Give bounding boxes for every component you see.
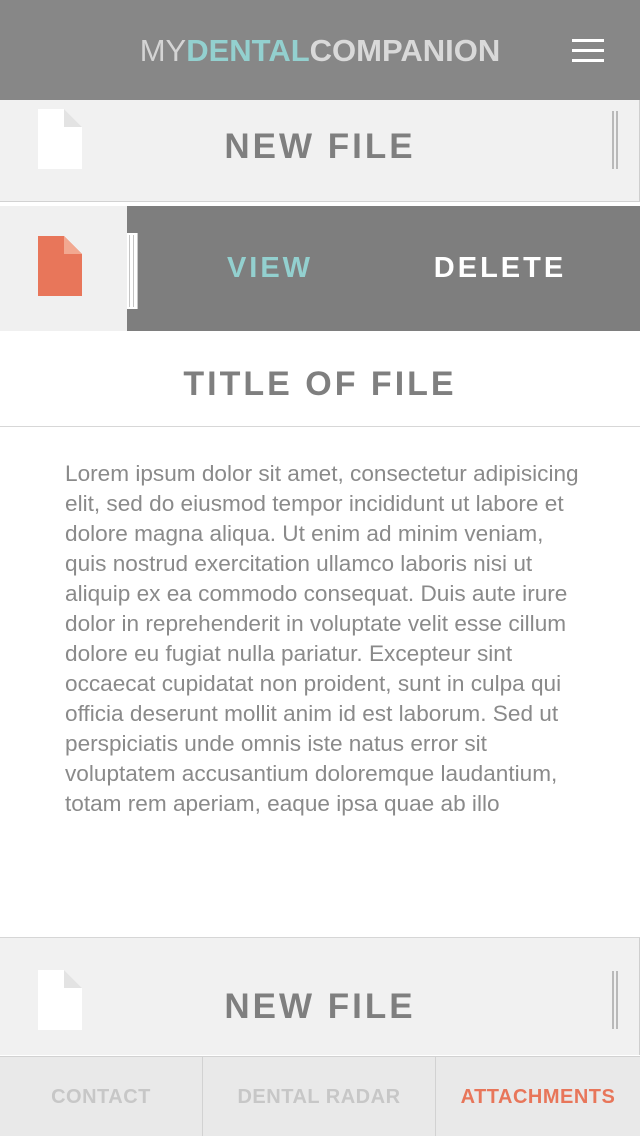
drag-handle[interactable] (612, 111, 618, 169)
file-body-text: Lorem ipsum dolor sit amet, consectetur … (65, 461, 579, 816)
hamburger-menu-icon[interactable] (566, 36, 610, 66)
title-divider (0, 426, 640, 427)
app-header: MYDENTALCOMPANION (0, 0, 640, 100)
swipe-drag-handle[interactable] (127, 233, 138, 309)
menu-bar-top (572, 39, 604, 42)
new-file-row-top[interactable]: NEW FILE (0, 100, 640, 202)
file-title: TITLE OF FILE (183, 365, 457, 403)
tab-dental-radar[interactable]: DENTAL RADAR (203, 1057, 436, 1136)
view-button[interactable]: VIEW (180, 245, 360, 291)
menu-bar-bottom (572, 59, 604, 62)
tab-attachments[interactable]: ATTACHMENTS (436, 1057, 640, 1136)
tab-contact[interactable]: CONTACT (0, 1057, 203, 1136)
new-file-label: NEW FILE (224, 127, 416, 166)
logo-suffix: COMPANION (309, 33, 501, 68)
app-logo: MYDENTALCOMPANION (0, 30, 640, 72)
drag-handle[interactable] (612, 971, 618, 1029)
menu-bar-middle (572, 49, 604, 52)
bottom-tab-bar: CONTACT DENTAL RADAR ATTACHMENTS (0, 1056, 640, 1136)
logo-prefix: MY (139, 33, 187, 68)
logo-highlight: DENTAL (186, 33, 310, 68)
document-icon-selected (38, 236, 82, 296)
delete-button[interactable]: DELETE (410, 245, 590, 291)
new-file-row-bottom[interactable]: NEW FILE (0, 937, 640, 1055)
new-file-label: NEW FILE (224, 987, 416, 1026)
